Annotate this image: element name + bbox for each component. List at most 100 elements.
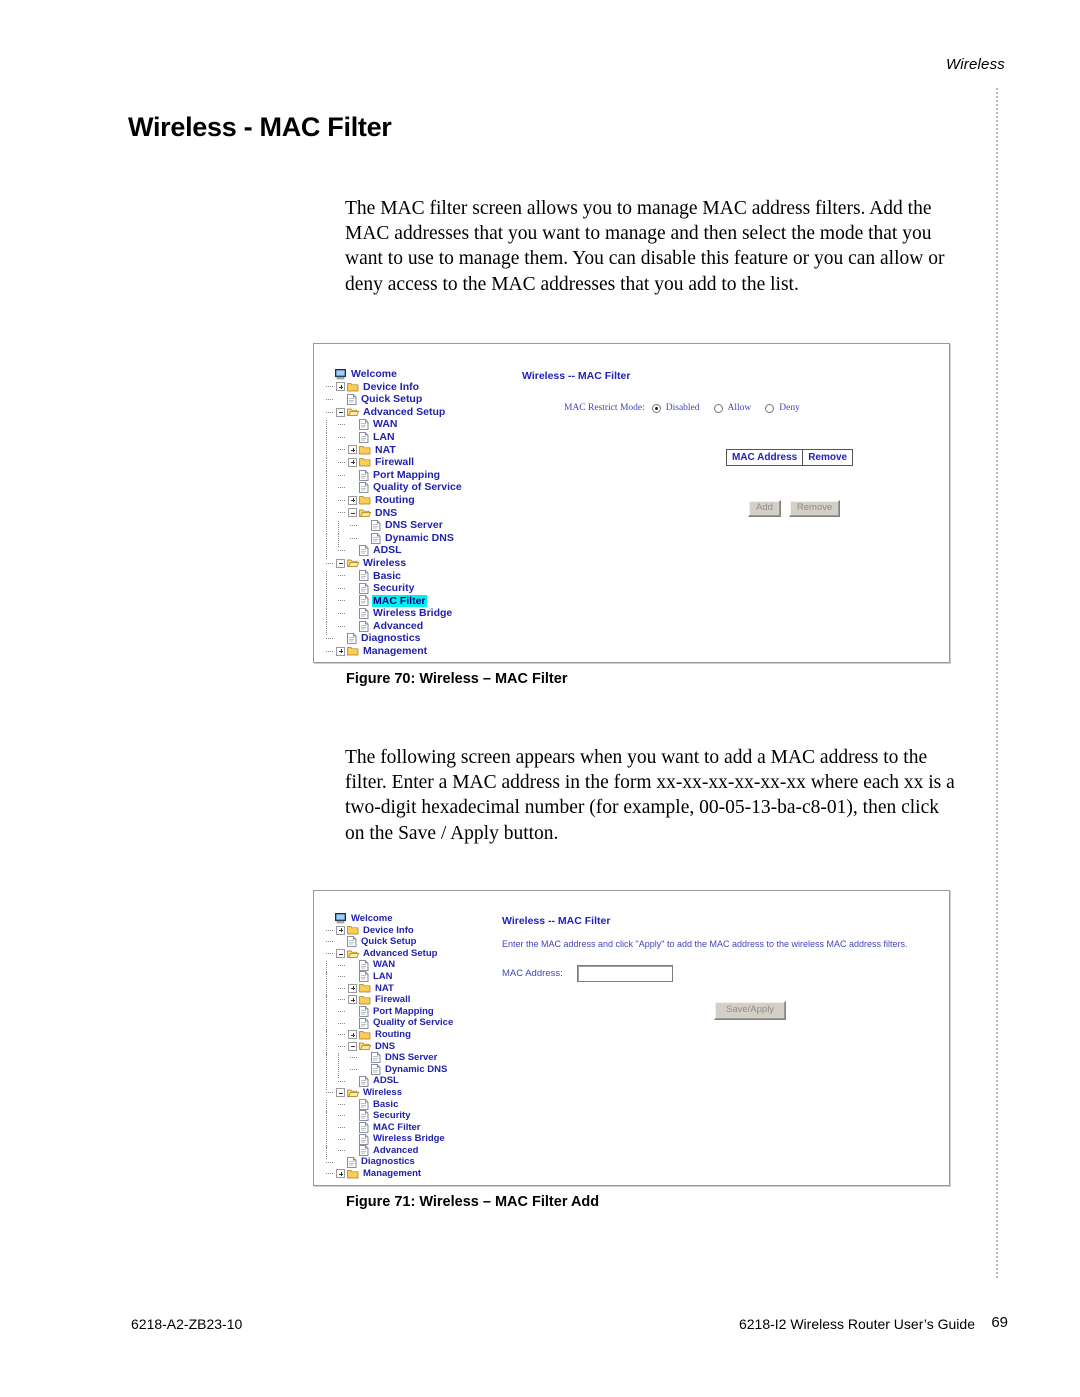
tree-item-diagnostics[interactable]: Diagnostics bbox=[324, 1156, 454, 1168]
tree-item-label: ADSL bbox=[373, 1075, 399, 1087]
tree-item-firewall[interactable]: Firewall bbox=[324, 456, 463, 471]
radio-option-deny[interactable]: Deny bbox=[765, 403, 800, 413]
expand-icon[interactable] bbox=[336, 1169, 345, 1179]
tree-item-device-info[interactable]: Device Info bbox=[324, 381, 463, 394]
page-title: Wireless - MAC Filter bbox=[128, 112, 392, 142]
tree-item-welcome[interactable]: Welcome bbox=[324, 368, 463, 381]
tree-item-security[interactable]: Security bbox=[324, 1110, 454, 1125]
radio-disabled-icon[interactable] bbox=[651, 403, 661, 413]
tree-item-dns-server[interactable]: DNS Server bbox=[324, 519, 463, 534]
expand-icon[interactable] bbox=[348, 495, 357, 505]
tree-item-basic[interactable]: Basic bbox=[324, 570, 463, 585]
save-apply-button[interactable]: Save/Apply bbox=[714, 1001, 787, 1020]
add-button[interactable]: Add bbox=[748, 500, 781, 517]
tree-item-mac-filter[interactable]: MAC Filter bbox=[324, 1122, 454, 1136]
tree-item-adsl[interactable]: ADSL bbox=[324, 544, 463, 560]
tree-item-advanced[interactable]: Advanced bbox=[324, 620, 463, 635]
folder-closed-icon bbox=[359, 995, 371, 1005]
radio-option-disabled[interactable]: Disabled bbox=[651, 403, 700, 413]
tree-item-wireless[interactable]: Wireless bbox=[324, 557, 463, 570]
tree-item-routing[interactable]: Routing bbox=[324, 1029, 454, 1044]
tree-item-quality-of-service[interactable]: Quality of Service bbox=[324, 1017, 454, 1032]
tree-guide bbox=[324, 483, 335, 497]
expand-icon[interactable] bbox=[348, 1030, 357, 1040]
tree-item-welcome[interactable]: Welcome bbox=[324, 913, 454, 925]
tree-item-wan[interactable]: WAN bbox=[324, 418, 463, 434]
page-icon bbox=[347, 394, 357, 405]
tree-item-dynamic-dns[interactable]: Dynamic DNS bbox=[324, 532, 463, 547]
mac-address-input[interactable] bbox=[576, 965, 673, 982]
tree-item-label: DNS bbox=[375, 506, 398, 519]
tree-guide bbox=[324, 995, 335, 1009]
folder-closed-icon bbox=[347, 382, 359, 392]
tree-item-nat[interactable]: NAT bbox=[324, 983, 454, 997]
tree-item-advanced-setup[interactable]: Advanced Setup bbox=[324, 406, 463, 419]
tree-item-wireless-bridge[interactable]: Wireless Bridge bbox=[324, 1133, 454, 1148]
tree-item-dns[interactable]: DNS bbox=[324, 506, 463, 522]
page-icon bbox=[359, 959, 369, 971]
expand-icon[interactable] bbox=[336, 925, 345, 935]
tree-item-advanced-setup[interactable]: Advanced Setup bbox=[324, 948, 454, 960]
tree-connector bbox=[324, 1158, 335, 1167]
tree-item-basic[interactable]: Basic bbox=[324, 1099, 454, 1113]
tree-item-diagnostics[interactable]: Diagnostics bbox=[324, 632, 463, 645]
tree-item-mac-filter[interactable]: MAC Filter bbox=[324, 594, 463, 610]
tree-item-management[interactable]: Management bbox=[324, 1168, 454, 1180]
collapse-icon[interactable] bbox=[336, 558, 345, 568]
collapse-icon[interactable] bbox=[336, 1088, 345, 1098]
tree-item-quick-setup[interactable]: Quick Setup bbox=[324, 936, 454, 948]
tree-guide bbox=[324, 432, 335, 446]
tree-item-adsl[interactable]: ADSL bbox=[324, 1075, 454, 1090]
tree-connector bbox=[336, 1111, 347, 1120]
tree-item-dns[interactable]: DNS bbox=[324, 1041, 454, 1055]
tree-item-device-info[interactable]: Device Info bbox=[324, 925, 454, 937]
tree-item-lan[interactable]: LAN bbox=[324, 431, 463, 446]
collapse-icon[interactable] bbox=[348, 1041, 357, 1051]
tree-item-port-mapping[interactable]: Port Mapping bbox=[324, 469, 463, 484]
tree-item-routing[interactable]: Routing bbox=[324, 494, 463, 509]
tree-item-quick-setup[interactable]: Quick Setup bbox=[324, 393, 463, 406]
expand-icon[interactable] bbox=[348, 445, 357, 455]
tree-item-wireless[interactable]: Wireless bbox=[324, 1087, 454, 1099]
add-instructions-paragraph: The following screen appears when you wa… bbox=[345, 746, 955, 844]
tree-item-label: Port Mapping bbox=[373, 1005, 434, 1017]
tree-item-wan[interactable]: WAN bbox=[324, 959, 454, 974]
collapse-icon[interactable] bbox=[348, 508, 357, 518]
expand-icon[interactable] bbox=[348, 995, 357, 1005]
tree-item-dynamic-dns[interactable]: Dynamic DNS bbox=[324, 1064, 454, 1079]
expand-icon[interactable] bbox=[336, 646, 345, 656]
tree-item-management[interactable]: Management bbox=[324, 645, 463, 658]
column-header-mac-address: MAC Address bbox=[725, 449, 804, 466]
tree-guide bbox=[324, 596, 335, 610]
radio-option-allow[interactable]: Allow bbox=[713, 403, 751, 413]
radio-allow-icon[interactable] bbox=[713, 403, 723, 413]
remove-button[interactable]: Remove bbox=[788, 500, 841, 517]
router-nav-tree-add[interactable]: Welcome Device Info Quick Setup Advanced Se… bbox=[324, 913, 454, 1180]
tree-item-label: Diagnostics bbox=[361, 1156, 415, 1168]
tree-item-firewall[interactable]: Firewall bbox=[324, 994, 454, 1009]
tree-guide bbox=[324, 546, 335, 560]
expand-icon[interactable] bbox=[336, 382, 345, 392]
tree-item-quality-of-service[interactable]: Quality of Service bbox=[324, 481, 463, 497]
panel-title: Wireless -- MAC Filter bbox=[522, 370, 631, 382]
page-icon bbox=[359, 608, 369, 619]
tree-item-nat[interactable]: NAT bbox=[324, 444, 463, 459]
collapse-icon[interactable] bbox=[336, 949, 345, 959]
tree-item-dns-server[interactable]: DNS Server bbox=[324, 1052, 454, 1067]
tree-connector bbox=[348, 1053, 359, 1062]
tree-item-label: Welcome bbox=[351, 368, 397, 380]
router-nav-tree[interactable]: Welcome Device Info Quick Setup Advanced Se… bbox=[324, 368, 463, 658]
tree-item-wireless-bridge[interactable]: Wireless Bridge bbox=[324, 607, 463, 623]
radio-deny-icon[interactable] bbox=[765, 403, 775, 413]
tree-item-advanced[interactable]: Advanced bbox=[324, 1145, 454, 1160]
collapse-icon[interactable] bbox=[336, 407, 345, 417]
tree-item-lan[interactable]: LAN bbox=[324, 971, 454, 986]
page-icon bbox=[359, 1110, 369, 1122]
tree-item-port-mapping[interactable]: Port Mapping bbox=[324, 1005, 454, 1021]
expand-icon[interactable] bbox=[348, 457, 357, 467]
tree-item-security[interactable]: Security bbox=[324, 582, 463, 597]
tree-connector bbox=[324, 408, 335, 417]
expand-icon[interactable] bbox=[348, 983, 357, 993]
